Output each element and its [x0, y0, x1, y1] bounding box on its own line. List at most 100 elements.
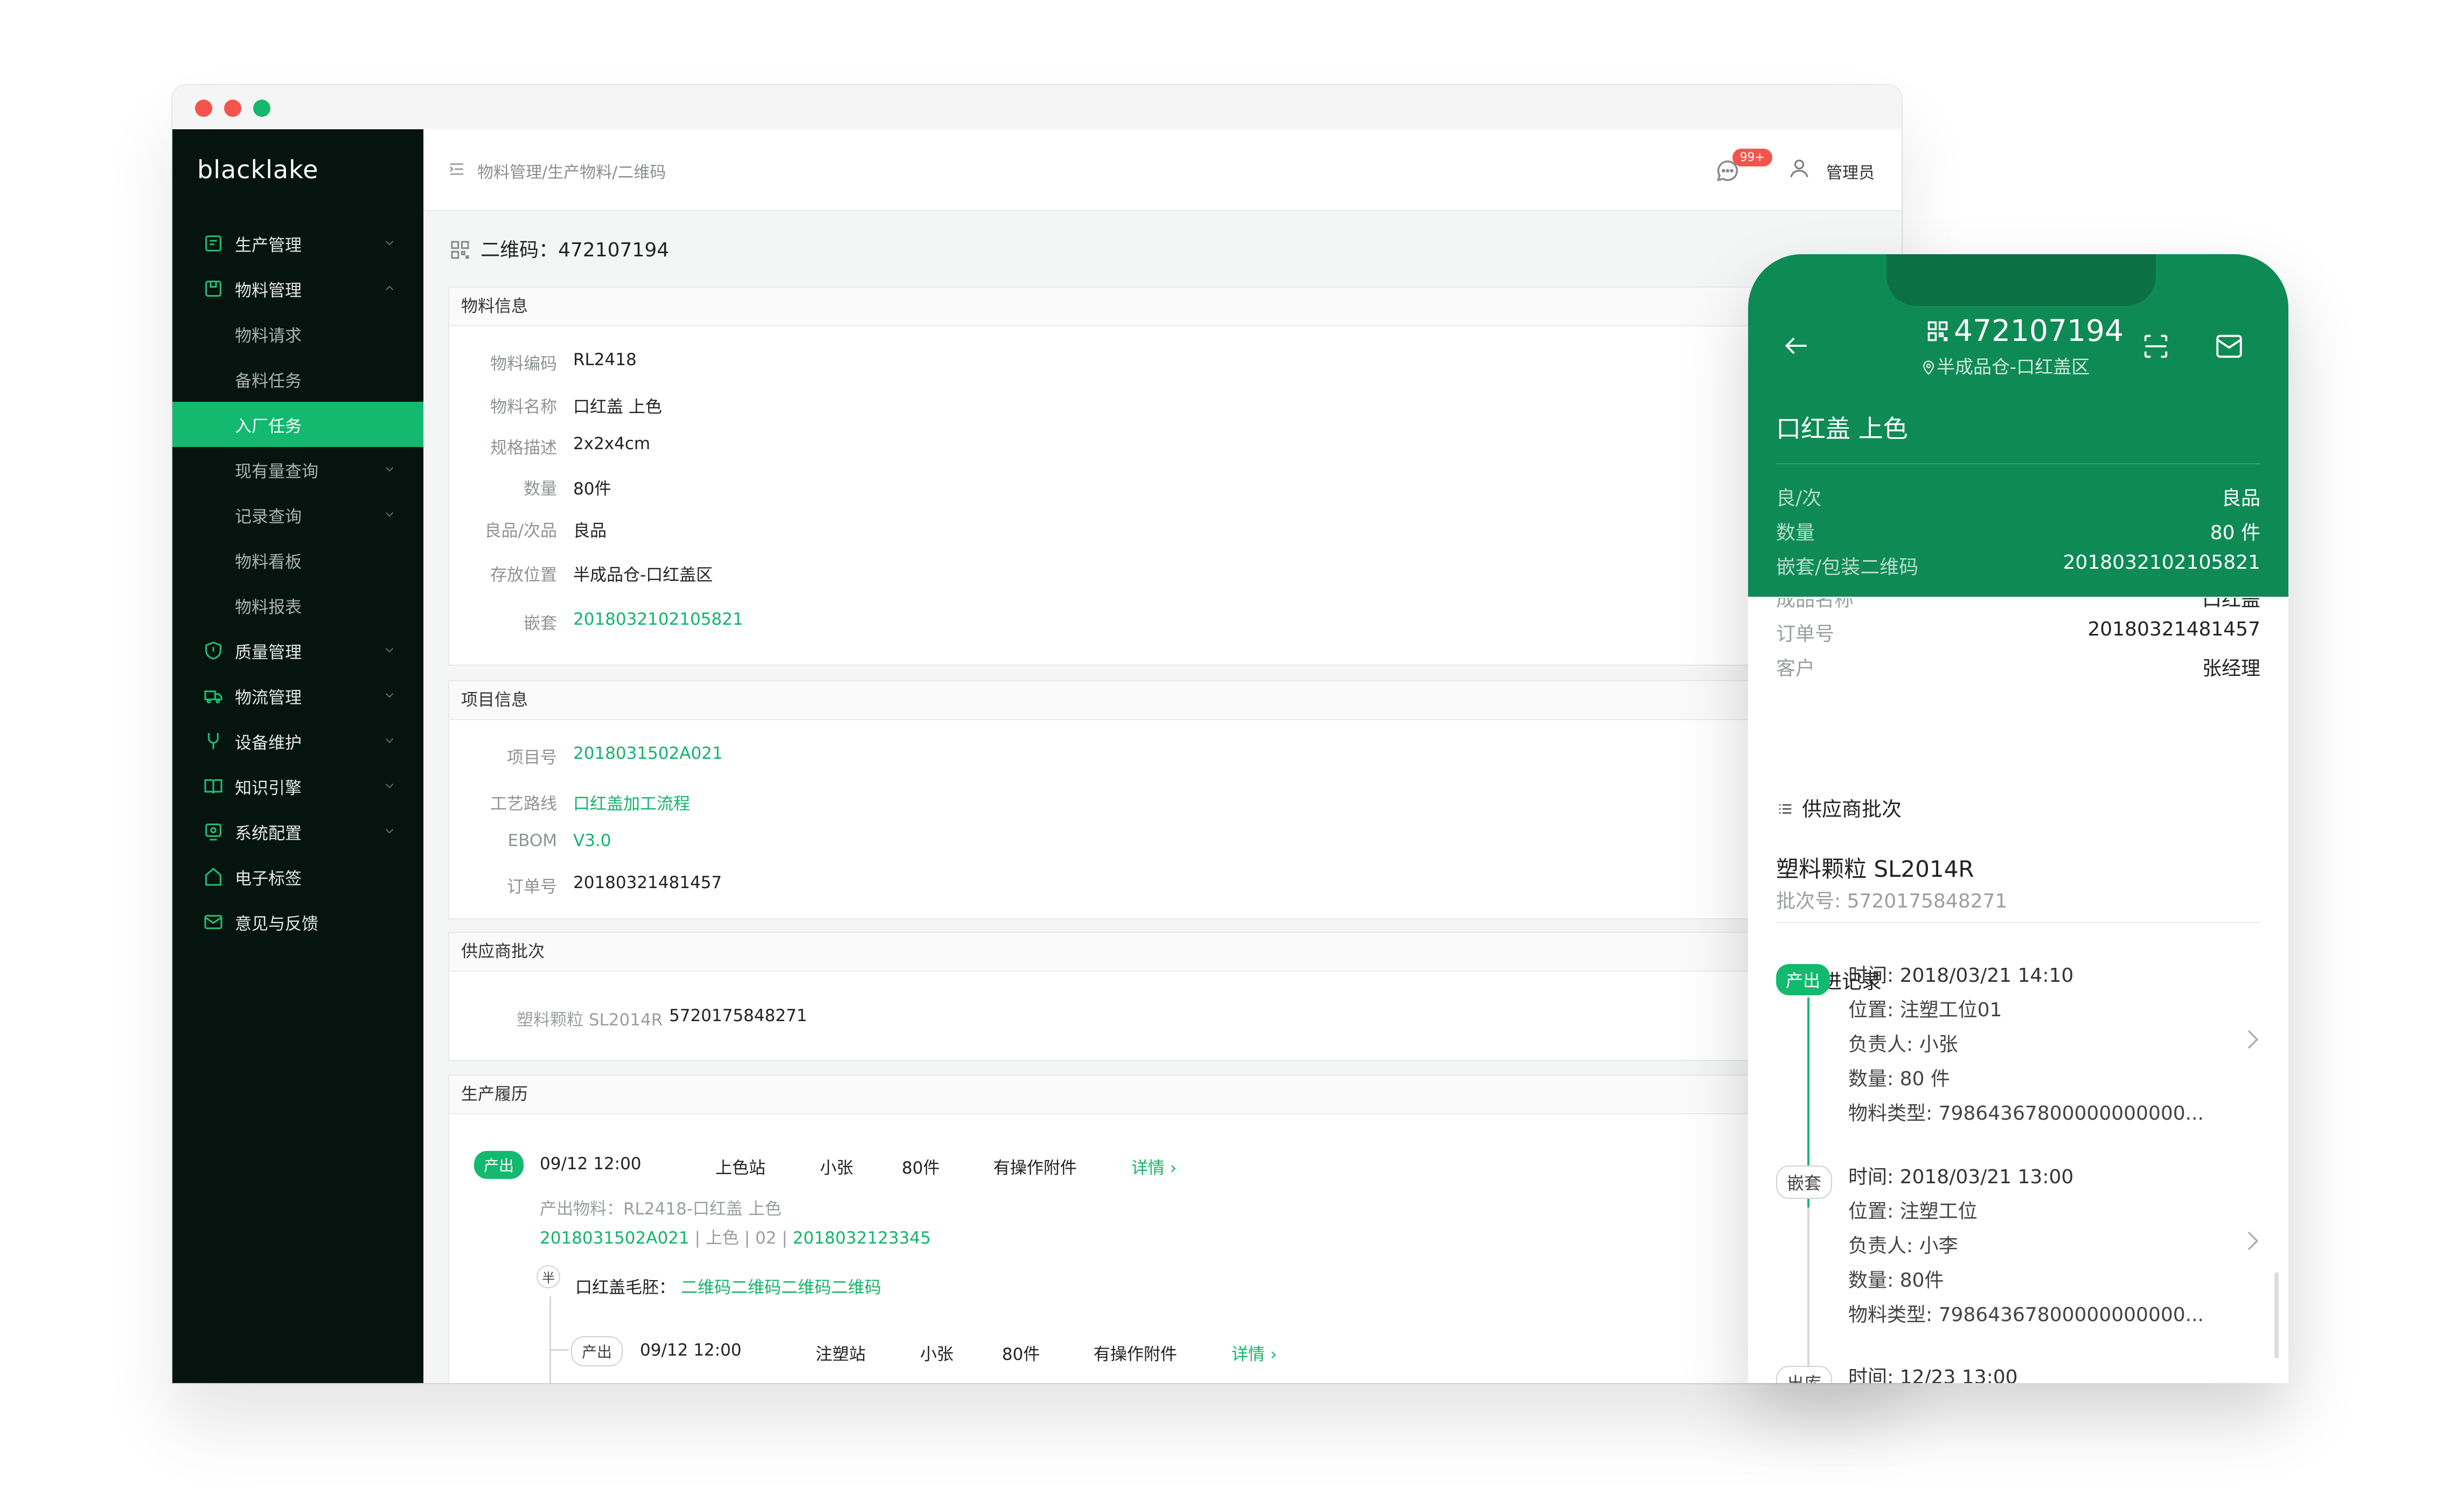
logistics-icon [203, 685, 224, 707]
field-value[interactable]: 口红盖加工流程 [573, 790, 690, 814]
chevron-right-icon[interactable] [2246, 1230, 2259, 1252]
sidebar-item-2[interactable]: 物料请求 [172, 311, 423, 357]
chevron-right-icon[interactable] [2246, 1029, 2259, 1050]
mobile-phone: 472107194 半成品仓-口红盖区 口红盖 上色 良/次 良品 数量 80 件嵌套… [1748, 254, 2288, 1383]
sidebar-item-label: 物料管理 [235, 281, 302, 301]
history-material-refs: 2018031502A021 | 上色 | 02 | 2018032123345 [540, 1224, 931, 1248]
sidebar-item-7[interactable]: 物料看板 [172, 537, 423, 583]
history-detail-link-2[interactable]: 详情 › [1231, 1341, 1277, 1365]
field-value[interactable]: V3.0 [573, 831, 611, 850]
sidebar-item-12[interactable]: 知识引擎 [172, 764, 423, 809]
sidebar-item-1[interactable]: 物料管理 [172, 266, 423, 311]
info-field: 物料名称 口红盖 上色 [449, 393, 662, 417]
field-key: 工艺路线 [490, 794, 557, 814]
scan-icon[interactable] [2140, 331, 2171, 362]
history-person: 小张 [820, 1158, 853, 1178]
sidebar-item-label: 物料看板 [235, 552, 302, 572]
field-value: 口红盖 上色 [573, 397, 662, 417]
phone-supplier-name: 塑料颗粒 SL2014R [1776, 856, 1974, 882]
sidebar-item-15[interactable]: 意见与反馈 [172, 899, 423, 945]
field-key: 订单号 [507, 877, 557, 897]
record-time: 时间: 12/23 13:00 [1848, 1366, 2018, 1383]
minimize-window-button[interactable] [224, 100, 241, 117]
user-icon[interactable] [1788, 157, 1810, 179]
field-value: 良品 [573, 521, 607, 541]
sidebar-item-6[interactable]: 记录查询 [172, 492, 423, 537]
field-key: EBOM [507, 831, 557, 850]
location-pin-icon [1923, 360, 1934, 375]
info-field: 存放位置 半成品仓-口红盖区 [449, 561, 713, 585]
phone-header: 472107194 半成品仓-口红盖区 口红盖 上色 良/次 良品 数量 80 件嵌套… [1748, 254, 2288, 597]
field-value: 20180321481457 [573, 873, 722, 892]
history-qty-2: 80件 [1002, 1345, 1040, 1364]
settings-icon [203, 821, 224, 842]
info-field: 物料编码 RL2418 [449, 350, 637, 374]
phone-header-divider [1776, 463, 2260, 464]
mailbox-icon[interactable] [2214, 331, 2245, 362]
supplier-batch-heading: 供应商批次 [449, 933, 1902, 972]
project-info-card: 项目信息 项目号 2018031502A021 工艺路线 口红盖加工流程 EBOM V3.… [448, 680, 1902, 919]
phone-field-value: 良品 [2221, 487, 2260, 509]
record-tag: 嵌套 [1776, 1165, 1833, 1199]
sidebar-item-14[interactable]: 电子标签 [172, 854, 423, 899]
field-value[interactable]: 2018032102105821 [573, 610, 743, 629]
back-arrow-icon[interactable] [1781, 331, 1812, 361]
breadcrumb: 物料管理/生产物料/二维码 [477, 163, 666, 182]
sidebar-item-label: 系统配置 [235, 823, 302, 843]
phone-qrcode-number: 472107194 [1954, 313, 2124, 348]
tag-icon [203, 866, 224, 888]
list-icon [1779, 804, 1792, 814]
record-pos: 位置: 注塑工位 [1848, 1200, 1978, 1223]
sidebar-item-8[interactable]: 物料报表 [172, 583, 423, 628]
phone-notch [1887, 254, 2156, 306]
chevron-down-icon [382, 732, 396, 746]
history-detail-link[interactable]: 详情 › [1131, 1154, 1177, 1178]
chevron-down-icon [382, 235, 396, 249]
sidebar-item-9[interactable]: 质量管理 [172, 628, 423, 673]
history-project-link[interactable]: 2018031502A021 [540, 1228, 690, 1248]
chevron-down-icon [382, 642, 396, 656]
phone-location-text: 半成品仓-口红盖区 [1937, 357, 2090, 378]
phone-supplier-heading-text: 供应商批次 [1802, 798, 1902, 821]
history-attach-2: 有操作附件 [1094, 1345, 1177, 1364]
history-batch-link[interactable]: 2018032123345 [793, 1228, 931, 1248]
main-content: 物料管理/生产物料/二维码 99+ 管理员 二维码：472107194 物料信息… [423, 129, 1902, 1383]
record-tag: 出库 [1776, 1366, 1833, 1383]
record-owner: 负责人: 小张 [1848, 1034, 1958, 1056]
menu-collapse-icon[interactable] [448, 160, 465, 178]
equipment-icon [203, 730, 224, 752]
sidebar-item-5[interactable]: 现有量查询 [172, 447, 423, 492]
sidebar-item-label: 电子标签 [235, 869, 302, 889]
maximize-window-button[interactable] [253, 100, 270, 117]
chevron-down-icon [382, 778, 396, 792]
history-tree-line [549, 1296, 551, 1383]
sidebar-item-11[interactable]: 设备维护 [172, 718, 423, 764]
field-value: 半成品仓-口红盖区 [573, 566, 713, 585]
phone-field-key: 订单号 [1776, 623, 1835, 645]
sidebar-item-10[interactable]: 物流管理 [172, 673, 423, 718]
phone-scrollbar[interactable] [2274, 1272, 2279, 1358]
phone-qrcode-icon [1927, 321, 1948, 341]
sidebar-item-3[interactable]: 备料任务 [172, 357, 423, 402]
phone-partial-key: 成品名称 [1776, 598, 1854, 611]
semi-finished-qrcode-link[interactable]: 二维码二维码二维码二维码 [681, 1274, 881, 1298]
close-window-button[interactable] [195, 100, 212, 117]
field-key: 项目号 [507, 748, 557, 767]
field-key: 存放位置 [490, 566, 557, 585]
field-value[interactable]: 2018031502A021 [573, 744, 723, 763]
phone-divider [1776, 922, 2260, 923]
sidebar-item-0[interactable]: 生产管理 [172, 221, 423, 266]
info-field: 项目号 2018031502A021 [449, 744, 723, 767]
user-name[interactable]: 管理员 [1826, 159, 1875, 183]
phone-partial-value: 口红盖 [2202, 598, 2260, 611]
history-material-line: 产出物料：RL2418-口红盖 上色 [540, 1199, 782, 1219]
info-field: 良品/次品 良品 [449, 517, 607, 541]
phone-qrcode-title: 472107194 [1926, 313, 2124, 348]
desktop-window: blacklake 生产管理 物料管理 物料请求 备料任务 入厂任务 现有量查询 记录查询物… [172, 85, 1902, 1383]
field-value: 80件 [573, 479, 611, 499]
feedback-icon [203, 911, 224, 933]
phone-field-key: 嵌套/包装二维码 [1776, 556, 1919, 578]
sidebar-item-4[interactable]: 入厂任务 [172, 402, 423, 447]
quality-icon [203, 640, 224, 661]
sidebar-item-13[interactable]: 系统配置 [172, 809, 423, 854]
